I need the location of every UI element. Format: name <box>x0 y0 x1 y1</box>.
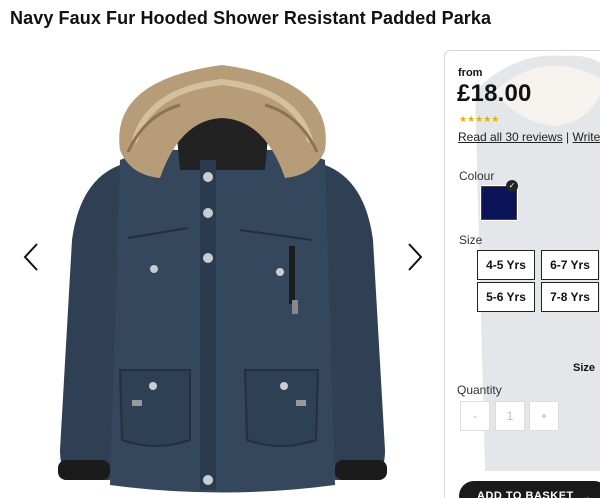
price-from-label: from <box>458 67 483 79</box>
reviews-separator: | <box>562 130 573 144</box>
product-gallery <box>0 40 440 498</box>
purchase-panel: from £18.00 ★★★★★ Read all 30 reviews | … <box>444 50 600 498</box>
quantity-increase-button[interactable]: + <box>529 401 559 431</box>
size-option-6-7[interactable]: 6-7 Yrs <box>541 250 599 280</box>
chevron-left-icon <box>23 243 38 271</box>
add-to-basket-label: ADD TO BASKET <box>477 490 574 498</box>
size-option-7-8[interactable]: 7-8 Yrs <box>541 282 599 312</box>
add-to-basket-button[interactable]: ADD TO BASKET → <box>459 481 600 498</box>
write-review-link[interactable]: Write <box>573 130 600 144</box>
size-label: Size <box>459 233 483 247</box>
product-title: Navy Faux Fur Hooded Shower Resistant Pa… <box>10 8 492 28</box>
arrow-right-icon: → <box>579 489 593 498</box>
check-icon: ✓ <box>506 180 518 192</box>
size-option-4-5[interactable]: 4-5 Yrs <box>477 250 535 280</box>
chevron-right-icon <box>408 243 423 271</box>
gallery-next-button[interactable] <box>400 240 430 274</box>
size-option-5-6[interactable]: 5-6 Yrs <box>477 282 535 312</box>
quantity-decrease-button[interactable]: - <box>460 401 490 431</box>
colour-label: Colour <box>459 169 495 183</box>
star-rating: ★★★★★ <box>459 114 500 124</box>
size-guide-link[interactable]: Size <box>573 362 595 374</box>
read-reviews-link[interactable]: Read all 30 reviews <box>458 130 563 144</box>
product-image <box>58 65 387 493</box>
price: £18.00 <box>457 80 532 107</box>
quantity-label: Quantity <box>457 383 502 397</box>
reviews-line: Read all 30 reviews | Write <box>458 130 600 144</box>
quantity-input[interactable]: 1 <box>495 401 525 431</box>
gallery-prev-button[interactable] <box>16 240 46 274</box>
